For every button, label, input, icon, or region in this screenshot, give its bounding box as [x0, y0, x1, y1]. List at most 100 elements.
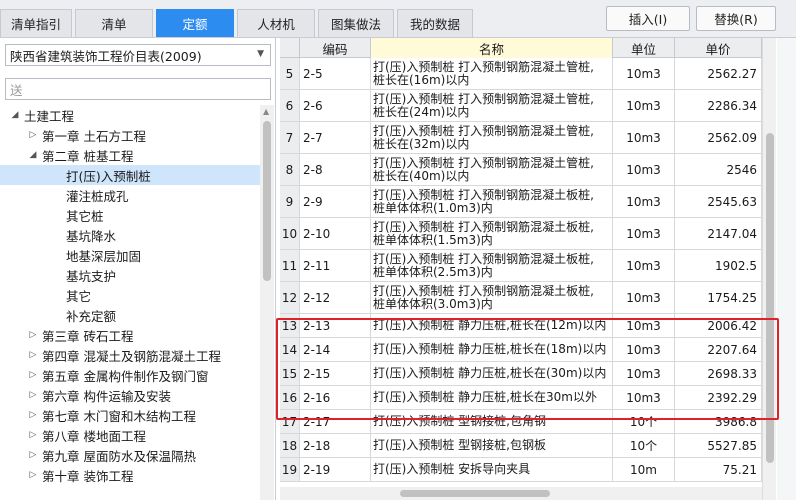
expand-arrow-icon[interactable]: ▷ [26, 370, 40, 380]
table-row[interactable]: 19 2-19 打(压)入预制桩 安拆导向夹具 10m 75.21 [280, 458, 776, 482]
table-row[interactable]: 14 2-14 打(压)入预制桩 静力压桩,桩长在(18m)以内 10m3 2207.6… [280, 338, 776, 362]
row-name: 打(压)入预制桩 打入预制钢筋混凝土板桩, 桩单体体积(2.5m3)内 [371, 250, 613, 281]
row-price: 1902.5 [675, 250, 762, 281]
table-row[interactable]: 12 2-12 打(压)入预制桩 打入预制钢筋混凝土板桩, 桩单体体积(3.0m3)… [280, 282, 776, 314]
scroll-up-icon[interactable]: ▲ [263, 107, 269, 116]
replace-button[interactable]: 替换(R) [696, 6, 776, 31]
row-index: 5 [280, 58, 300, 89]
row-code: 2-15 [300, 362, 371, 385]
table-row[interactable]: 11 2-11 打(压)入预制桩 打入预制钢筋混凝土板桩, 桩单体体积(2.5m3)… [280, 250, 776, 282]
row-code: 2-18 [300, 434, 371, 457]
row-index: 17 [280, 410, 300, 433]
tree-node[interactable]: ▷ 第九章 屋面防水及保温隔热 [0, 445, 260, 465]
row-price: 2392.29 [675, 386, 762, 409]
table-row[interactable]: 16 2-16 打(压)入预制桩 静力压桩,桩长在30m以外 10m3 2392.29 [280, 386, 776, 410]
row-code: 2-13 [300, 314, 371, 337]
tree-node[interactable]: ▷ 第五章 金属构件制作及钢门窗 [0, 365, 260, 385]
row-code: 2-16 [300, 386, 371, 409]
table-row[interactable]: 6 2-6 打(压)入预制桩 打入预制钢筋混凝土管桩, 桩长在(24m)以内 10m3… [280, 90, 776, 122]
table-row[interactable]: 15 2-15 打(压)入预制桩 静力压桩,桩长在(30m)以内 10m3 2698.3… [280, 362, 776, 386]
tree-node[interactable]: 基坑支护 [0, 265, 260, 285]
tree-node-label: 其它 [66, 288, 92, 304]
tab-labor-material[interactable]: 人材机 [237, 9, 315, 37]
table-row[interactable]: 9 2-9 打(压)入预制桩 打入预制钢筋混凝土板桩, 桩单体体积(1.0m3)内 1… [280, 186, 776, 218]
tree-node[interactable]: ▷ 第七章 木门窗和木结构工程 [0, 405, 260, 425]
collapse-arrow-icon[interactable]: ◢ [8, 110, 22, 120]
row-unit: 10m3 [613, 250, 675, 281]
expand-arrow-icon[interactable]: ▷ [26, 390, 40, 400]
search-input[interactable]: 送 [5, 78, 271, 100]
quota-table: 编码 名称 单位 单价 5 2-5 打(压)入预制桩 打入预制钢筋混凝土管桩, 桩长… [280, 38, 776, 500]
tree-node[interactable]: 其它 [0, 285, 260, 305]
tab-my-data[interactable]: 我的数据 [397, 9, 473, 37]
row-code: 2-7 [300, 122, 371, 153]
header-name[interactable]: 名称 [371, 38, 613, 58]
search-input-value: 送 [10, 82, 23, 98]
row-name: 打(压)入预制桩 打入预制钢筋混凝土板桩, 桩单体体积(3.0m3)内 [371, 282, 613, 313]
table-row[interactable]: 7 2-7 打(压)入预制桩 打入预制钢筋混凝土管桩, 桩长在(32m)以内 10m3… [280, 122, 776, 154]
row-name: 打(压)入预制桩 静力压桩,桩长在(12m)以内 [371, 314, 613, 337]
tree-node[interactable]: 打(压)入预制桩 [0, 165, 260, 185]
tree-node[interactable]: ▷ 第四章 混凝土及钢筋混凝土工程 [0, 345, 260, 365]
table-horizontal-scrollbar[interactable] [280, 487, 762, 500]
row-name: 打(压)入预制桩 安拆导向夹具 [371, 458, 613, 481]
table-row[interactable]: 5 2-5 打(压)入预制桩 打入预制钢筋混凝土管桩, 桩长在(16m)以内 10m3… [280, 58, 776, 90]
tree-node[interactable]: ▷ 第三章 砖石工程 [0, 325, 260, 345]
tab-quota[interactable]: 定额 [156, 9, 234, 37]
row-code: 2-17 [300, 410, 371, 433]
tree-node[interactable]: ▷ 第一章 土石方工程 [0, 125, 260, 145]
row-unit: 10m3 [613, 218, 675, 249]
header-unit[interactable]: 单位 [613, 38, 675, 58]
row-index: 14 [280, 338, 300, 361]
tree-node[interactable]: ▷ 第十章 装饰工程 [0, 465, 260, 485]
tree-scrollbar-thumb[interactable] [263, 121, 271, 281]
expand-arrow-icon[interactable]: ▷ [26, 350, 40, 360]
row-price: 2147.04 [675, 218, 762, 249]
row-code: 2-6 [300, 90, 371, 121]
insert-button[interactable]: 插入(I) [606, 6, 690, 31]
tree-node-label: 打(压)入预制桩 [66, 168, 151, 184]
tab-list[interactable]: 清单 [75, 9, 153, 37]
table-row[interactable]: 8 2-8 打(压)入预制桩 打入预制钢筋混凝土管桩, 桩长在(40m)以内 10m3… [280, 154, 776, 186]
table-row[interactable]: 10 2-10 打(压)入预制桩 打入预制钢筋混凝土板桩, 桩单体体积(1.5m3)… [280, 218, 776, 250]
header-price[interactable]: 单价 [675, 38, 762, 58]
row-price: 2207.64 [675, 338, 762, 361]
expand-arrow-icon[interactable]: ▷ [26, 130, 40, 140]
tab-atlas[interactable]: 图集做法 [318, 9, 394, 37]
tree-node-label: 第九章 屋面防水及保温隔热 [42, 448, 196, 464]
table-vertical-scrollbar[interactable] [762, 38, 776, 500]
table-row[interactable]: 17 2-17 打(压)入预制桩 型钢接桩,包角钢 10个 3986.8 [280, 410, 776, 434]
row-name: 打(压)入预制桩 打入预制钢筋混凝土板桩, 桩单体体积(1.5m3)内 [371, 218, 613, 249]
row-price: 2286.34 [675, 90, 762, 121]
tree-node[interactable]: ◢ 第二章 桩基工程 [0, 145, 260, 165]
expand-arrow-icon[interactable]: ▷ [26, 410, 40, 420]
tree-node[interactable]: 地基深层加固 [0, 245, 260, 265]
row-index: 9 [280, 186, 300, 217]
tab-guide[interactable]: 清单指引 [0, 9, 72, 37]
tree-node[interactable]: 基坑降水 [0, 225, 260, 245]
row-name: 打(压)入预制桩 型钢接桩,包钢板 [371, 434, 613, 457]
tree-scrollbar[interactable]: ▲ [260, 105, 274, 500]
row-price: 2006.42 [675, 314, 762, 337]
row-code: 2-10 [300, 218, 371, 249]
tree-node[interactable]: ◢ 土建工程 [0, 105, 260, 125]
tree-node[interactable]: 补充定额 [0, 305, 260, 325]
library-select[interactable]: 陕西省建筑装饰工程价目表(2009) ▼ [5, 44, 271, 66]
tree-node-label: 第十章 装饰工程 [42, 468, 134, 484]
table-row[interactable]: 18 2-18 打(压)入预制桩 型钢接桩,包钢板 10个 5527.85 [280, 434, 776, 458]
table-hscroll-thumb[interactable] [400, 490, 550, 497]
row-unit: 10m [613, 458, 675, 481]
tree-node[interactable]: 其它桩 [0, 205, 260, 225]
tree-node-label: 基坑支护 [66, 268, 117, 284]
tree-node[interactable]: 灌注桩成孔 [0, 185, 260, 205]
expand-arrow-icon[interactable]: ▷ [26, 470, 40, 480]
table-row[interactable]: 13 2-13 打(压)入预制桩 静力压桩,桩长在(12m)以内 10m3 2006.4… [280, 314, 776, 338]
expand-arrow-icon[interactable]: ▷ [26, 450, 40, 460]
tree-node[interactable]: ▷ 第六章 构件运输及安装 [0, 385, 260, 405]
table-scrollbar-thumb[interactable] [766, 133, 774, 463]
expand-arrow-icon[interactable]: ▷ [26, 330, 40, 340]
expand-arrow-icon[interactable]: ▷ [26, 430, 40, 440]
collapse-arrow-icon[interactable]: ◢ [26, 150, 40, 160]
header-code[interactable]: 编码 [300, 38, 371, 58]
tree-node[interactable]: ▷ 第八章 楼地面工程 [0, 425, 260, 445]
